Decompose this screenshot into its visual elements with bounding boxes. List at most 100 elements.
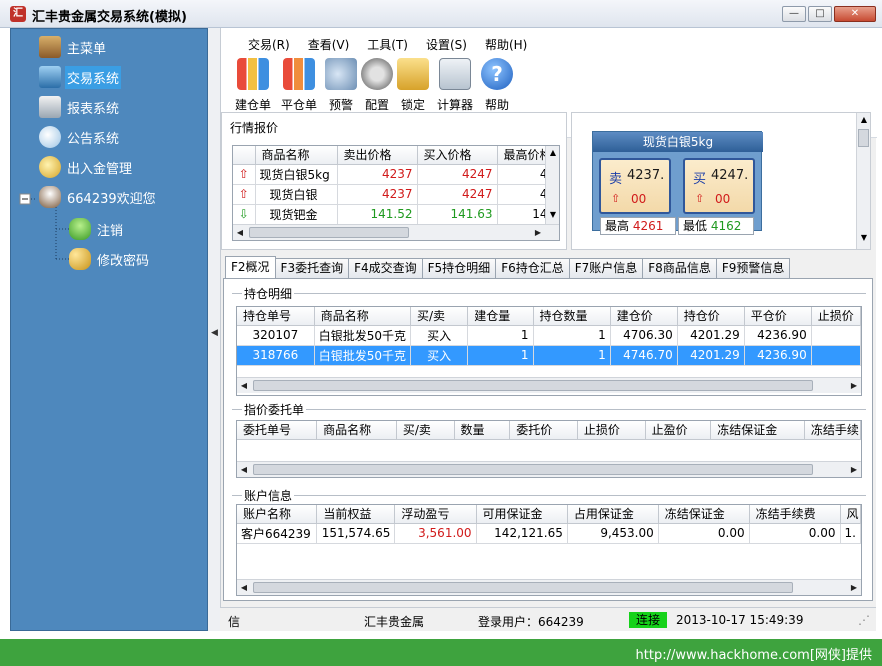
collapse-arrow-icon[interactable]: ◀ (211, 328, 218, 338)
key-icon (69, 248, 91, 270)
column-header[interactable]: 商品名称 (316, 421, 397, 440)
scroll-left-icon[interactable]: ◀ (237, 462, 251, 477)
column-header[interactable]: 数量 (454, 421, 511, 440)
column-header[interactable]: 买/卖 (410, 307, 469, 326)
column-header[interactable]: 卖出价格 (337, 146, 418, 165)
column-header[interactable]: 持仓单号 (237, 307, 315, 326)
column-header[interactable]: 浮动盈亏 (394, 505, 477, 524)
scroll-right-icon[interactable]: ▶ (531, 225, 545, 240)
tab-overview[interactable]: F2概况 (225, 256, 276, 278)
menu-settings[interactable]: 设置(S) (417, 28, 476, 54)
sidebar-item-label: 出入金管理 (67, 161, 133, 177)
scroll-right-icon[interactable]: ▶ (847, 378, 861, 393)
scroll-thumb[interactable] (858, 129, 869, 147)
tab-account-info[interactable]: F7账户信息 (568, 258, 644, 278)
column-header[interactable]: 冻结保证金 (710, 421, 805, 440)
tab-position-detail[interactable]: F5持仓明细 (421, 258, 497, 278)
tab-order-query[interactable]: F3委托查询 (274, 258, 350, 278)
sidebar-item-fund-management[interactable]: 出入金管理 (39, 155, 134, 179)
table-row[interactable]: ⇧ 现货白银5kg 4237 4247 4 (233, 164, 553, 185)
column-header[interactable]: 持仓数量 (533, 307, 611, 326)
table-row[interactable]: ⇧ 现货白银 4237 4247 4 (233, 184, 553, 205)
table-row[interactable]: ⇩ 现货钯金 141.52 141.63 14 (233, 204, 553, 225)
resize-grip-icon[interactable]: ⋰ (858, 613, 870, 627)
scroll-thumb[interactable] (253, 464, 813, 475)
column-header[interactable]: 买入价格 (417, 146, 498, 165)
column-header[interactable]: 冻结保证金 (658, 505, 750, 524)
maximize-button[interactable]: □ (808, 6, 832, 22)
close-button[interactable]: ✕ (834, 6, 876, 22)
quote-vertical-scrollbar[interactable]: ▲ ▼ (545, 146, 559, 226)
column-header[interactable]: 建仓价 (610, 307, 678, 326)
column-header[interactable]: 风 (840, 505, 861, 524)
column-header[interactable]: 买/卖 (396, 421, 455, 440)
sidebar-item-report-system[interactable]: 报表系统 (39, 95, 121, 119)
ticker-vertical-scrollbar[interactable]: ▲ ▼ (856, 113, 870, 249)
tab-position-summary[interactable]: F6持仓汇总 (495, 258, 570, 278)
column-header[interactable]: 可用保证金 (476, 505, 568, 524)
column-header[interactable]: 最高价格 (497, 146, 553, 165)
menu-view[interactable]: 查看(V) (299, 28, 359, 54)
scroll-left-icon[interactable]: ◀ (233, 225, 247, 240)
column-header[interactable]: 委托价 (509, 421, 578, 440)
price-ticker-card[interactable]: 现货白银5kg 卖 4237. ⇧ 00 买 4247. ⇧ 00 (592, 131, 763, 231)
menu-help[interactable]: 帮助(H) (476, 28, 536, 54)
sidebar-item-change-password[interactable]: 修改密码 (69, 247, 151, 271)
column-header[interactable]: 止损价 (577, 421, 646, 440)
column-header[interactable]: 持仓价 (677, 307, 745, 326)
scroll-down-icon[interactable]: ▼ (546, 210, 559, 219)
table-row[interactable]: 320107 白银批发50千克 买入 1 1 4706.30 4201.29 4… (237, 325, 861, 346)
sidebar-item-logout[interactable]: 注销 (69, 217, 125, 241)
scroll-up-icon[interactable]: ▲ (857, 115, 871, 124)
open-position-button[interactable]: 建仓单 (231, 58, 275, 118)
scroll-thumb[interactable] (249, 227, 409, 238)
table-row[interactable]: 客户664239 151,574.65 3,561.00 142,121.65 … (237, 523, 861, 544)
menu-tools[interactable]: 工具(T) (358, 28, 417, 54)
column-header[interactable]: 委托单号 (237, 421, 318, 440)
account-horizontal-scrollbar[interactable]: ◀ ▶ (237, 579, 861, 595)
minimize-button[interactable]: — (782, 6, 806, 22)
lock-button[interactable]: 锁定 (391, 58, 435, 118)
quote-horizontal-scrollbar[interactable]: ◀ ▶ (233, 224, 559, 240)
table-cell: 1 (533, 325, 611, 346)
scroll-right-icon[interactable]: ▶ (847, 462, 861, 477)
column-header[interactable]: 冻结手续费 (749, 505, 841, 524)
calculator-button[interactable]: 计算器 (433, 58, 477, 118)
scroll-down-icon[interactable]: ▼ (857, 233, 871, 242)
column-header[interactable]: 建仓量 (467, 307, 534, 326)
close-position-button[interactable]: 平仓单 (277, 58, 321, 118)
column-header[interactable]: 止盈价 (645, 421, 712, 440)
panel-splitter[interactable]: ◀ (208, 28, 220, 631)
column-header[interactable]: 当前权益 (316, 505, 396, 524)
tab-alert-info[interactable]: F9预警信息 (715, 258, 791, 278)
user-icon (69, 218, 91, 240)
sidebar-item-trading-system[interactable]: 交易系统 (39, 65, 122, 89)
sidebar-item-announcement-system[interactable]: 公告系统 (39, 125, 121, 149)
scroll-thumb[interactable] (253, 582, 793, 593)
column-header[interactable]: 账户名称 (237, 505, 318, 524)
scroll-right-icon[interactable]: ▶ (847, 580, 861, 595)
scroll-up-icon[interactable]: ▲ (546, 148, 559, 157)
column-header[interactable]: 止损价 (811, 307, 861, 326)
help-button[interactable]: ? 帮助 (475, 58, 519, 118)
scroll-thumb[interactable] (253, 380, 813, 391)
up-arrow-icon: ⇧ (233, 184, 256, 205)
buy-box[interactable]: 买 4247. ⇧ 00 (683, 158, 755, 214)
sidebar-item-welcome-user[interactable]: 664239欢迎您 (39, 185, 158, 209)
tab-product-info[interactable]: F8商品信息 (642, 258, 717, 278)
tab-deal-query[interactable]: F4成交查询 (348, 258, 423, 278)
menu-trade[interactable]: 交易(R) (239, 28, 299, 54)
sidebar-item-main-menu[interactable]: 主菜单 (39, 35, 108, 59)
orders-horizontal-scrollbar[interactable]: ◀ ▶ (237, 461, 861, 477)
table-row-selected[interactable]: 318766 白银批发50千克 买入 1 1 4746.70 4201.29 4… (237, 345, 861, 366)
column-header[interactable]: 占用保证金 (567, 505, 659, 524)
toolbar-label: 平仓单 (280, 98, 317, 112)
column-header[interactable]: 商品名称 (255, 146, 338, 165)
column-header[interactable]: 商品名称 (314, 307, 412, 326)
positions-horizontal-scrollbar[interactable]: ◀ ▶ (237, 377, 861, 393)
scroll-left-icon[interactable]: ◀ (237, 580, 251, 595)
scroll-left-icon[interactable]: ◀ (237, 378, 251, 393)
column-header[interactable]: 平仓价 (744, 307, 812, 326)
sell-box[interactable]: 卖 4237. ⇧ 00 (599, 158, 671, 214)
column-header[interactable]: 冻结手续 (804, 421, 861, 440)
